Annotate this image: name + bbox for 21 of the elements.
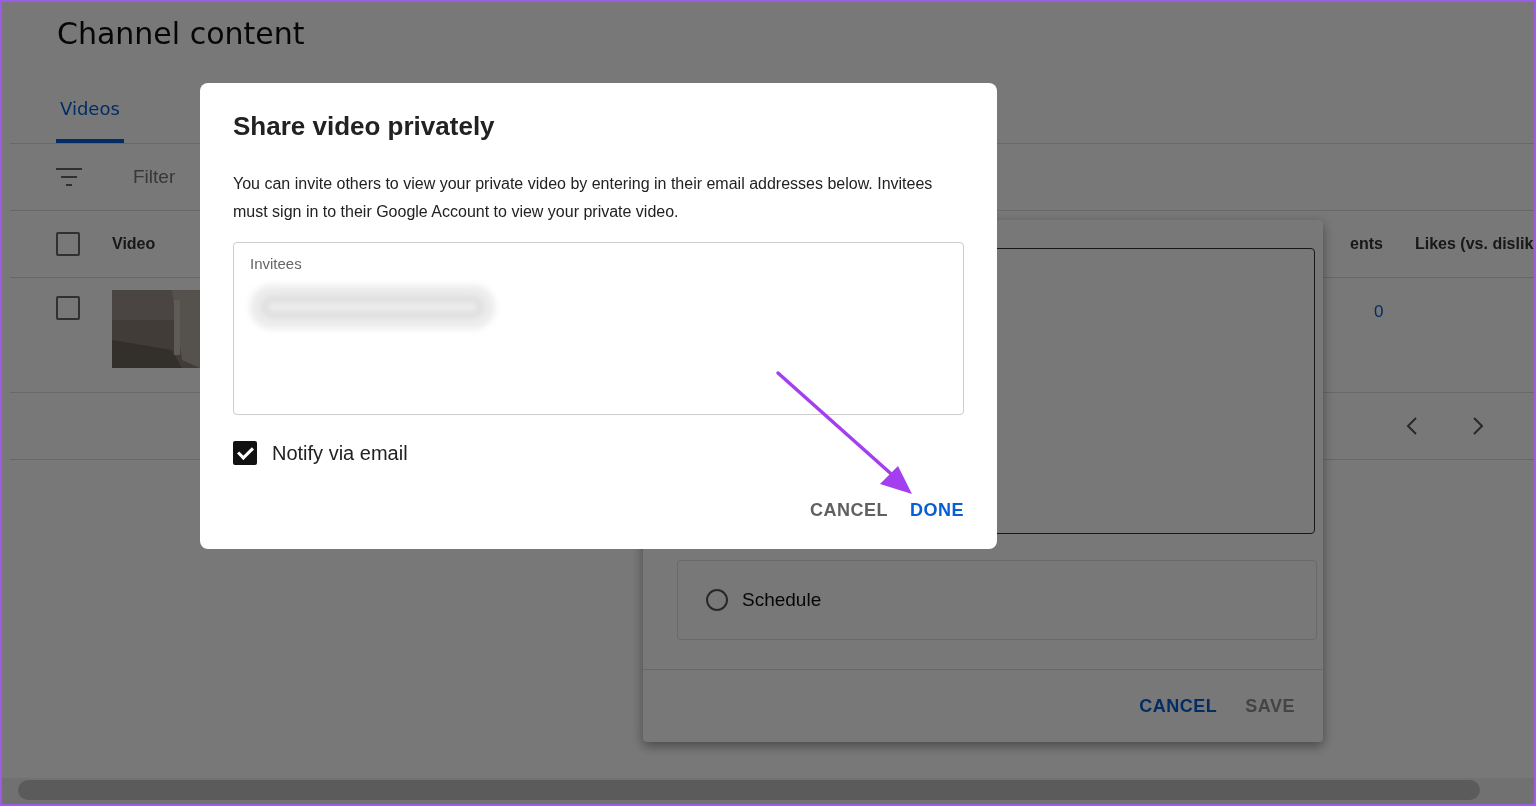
column-header: Likes (vs. dislik <box>1415 235 1534 253</box>
cancel-button[interactable]: CANCEL <box>802 494 896 527</box>
next-page-icon[interactable] <box>1472 416 1484 436</box>
previous-page-icon[interactable] <box>1406 416 1418 436</box>
page-title: Channel content <box>56 15 306 53</box>
select-all-checkbox[interactable] <box>56 232 80 256</box>
notify-checkbox[interactable] <box>233 441 257 465</box>
table-cell[interactable]: 0 <box>1374 302 1384 322</box>
column-header: Video <box>112 235 156 253</box>
cancel-button[interactable]: CANCEL <box>1131 689 1226 723</box>
column-header: ents <box>1350 235 1383 253</box>
option-label: Schedule <box>742 589 822 611</box>
invitees-field[interactable]: Invitees <box>233 242 964 415</box>
row-checkbox[interactable] <box>56 296 80 320</box>
dialog-title: Share video privately <box>233 111 496 142</box>
done-button[interactable]: DONE <box>902 494 972 527</box>
filter-icon[interactable] <box>55 167 83 187</box>
checkbox-label: Notify via email <box>272 441 408 465</box>
dialog-description: You can invite others to view your private video by entering in their email addresses below. Invitees must sign in to their Google Account to view your private video. <box>233 174 933 222</box>
tab[interactable]: Videos <box>56 90 124 143</box>
radio-button[interactable] <box>706 589 728 611</box>
